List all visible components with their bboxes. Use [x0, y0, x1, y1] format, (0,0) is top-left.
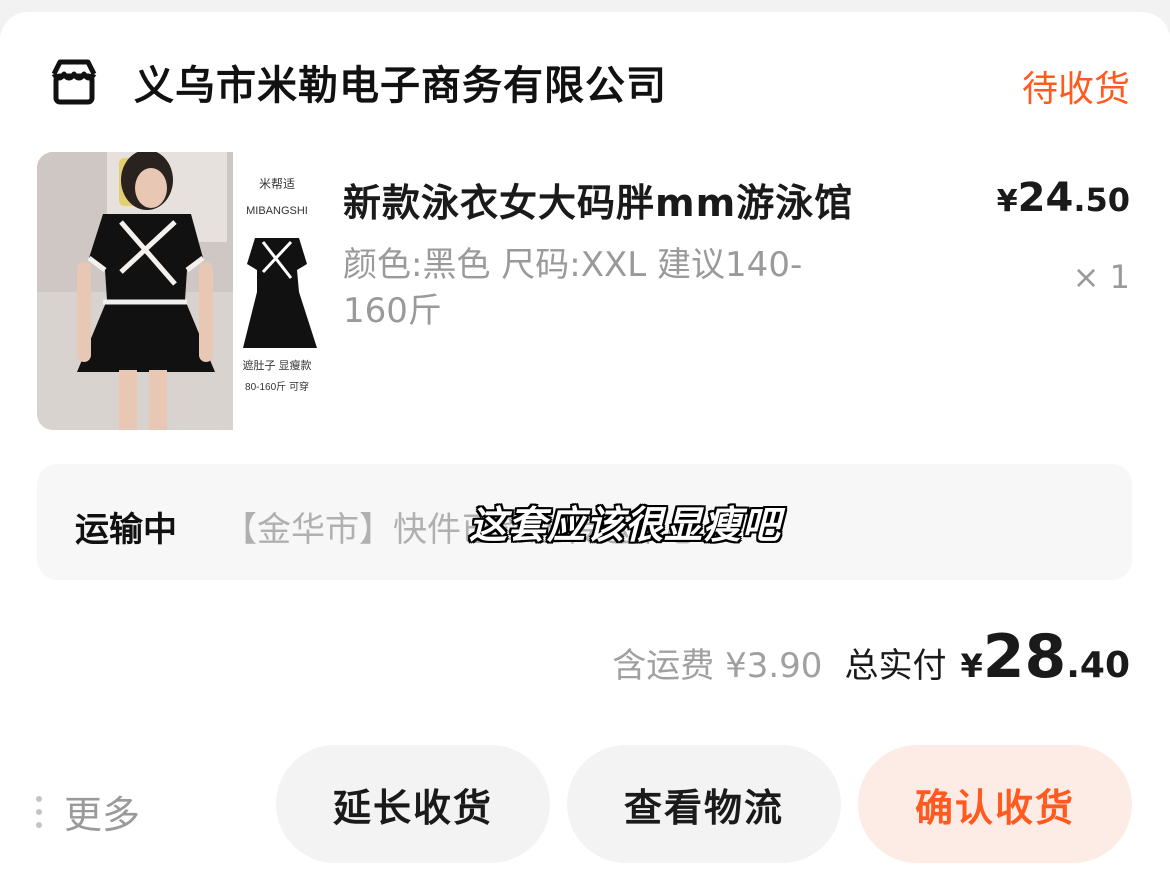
total-currency: ¥	[960, 647, 983, 685]
price-currency: ¥	[996, 184, 1018, 219]
more-button[interactable]: 更多	[36, 784, 140, 839]
total-integer: 28	[982, 622, 1067, 692]
view-logistics-button[interactable]: 查看物流	[567, 745, 841, 863]
video-subtitle-overlay: 这套应该很显瘦吧	[469, 503, 782, 547]
store-icon	[48, 56, 100, 108]
product-title[interactable]: 新款泳衣女大码胖mm游泳馆	[343, 172, 853, 227]
order-status: 待收货	[1021, 69, 1130, 110]
image-caption-1: 遮肚子 显瘦款	[242, 358, 311, 372]
price-decimal: .50	[1073, 181, 1130, 219]
image-brand-en: MIBANGSHI	[246, 205, 308, 217]
total-label: 总实付	[844, 646, 947, 686]
product-price: ¥24.50	[997, 175, 1130, 221]
order-total: 含运费 ¥3.90 总实付 ¥28.40	[612, 622, 1130, 692]
shipping-fee: 含运费 ¥3.90	[612, 646, 823, 686]
product-image[interactable]: 米帮适 MIBANGSHI 遮肚子 显瘦款 80-160斤 可穿	[37, 152, 321, 430]
shipping-status: 运输中	[75, 510, 177, 550]
order-card: 义乌市米勒电子商务有限公司 待收货 米帮适 MIBANGSHI 遮肚子 显瘦款 …	[0, 12, 1170, 880]
image-caption-2: 80-160斤 可穿	[245, 380, 309, 393]
total-decimal: .40	[1066, 645, 1130, 686]
more-dots-icon	[36, 795, 44, 828]
shop-name[interactable]: 义乌市米勒电子商务有限公司	[134, 53, 667, 111]
price-integer: 24	[1017, 175, 1074, 221]
confirm-receipt-button[interactable]: 确认收货	[858, 745, 1132, 863]
extend-receipt-button[interactable]: 延长收货	[276, 745, 550, 863]
shop-header[interactable]: 义乌市米勒电子商务有限公司 待收货	[48, 52, 1130, 112]
product-quantity: × 1	[1072, 258, 1130, 296]
more-label: 更多	[64, 793, 141, 837]
image-brand-cn: 米帮适	[259, 177, 295, 191]
product-spec: 颜色:黑色 尺码:XXL 建议140-160斤	[343, 245, 803, 331]
